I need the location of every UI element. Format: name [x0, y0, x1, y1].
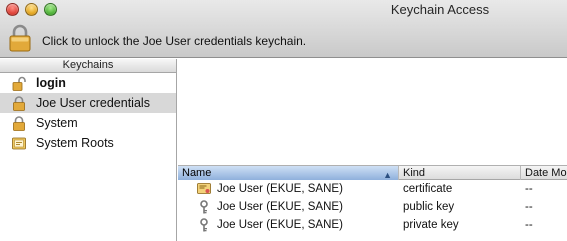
- keychain-access-window: Keychain Access Click to unlock the Joe …: [0, 0, 567, 241]
- item-kind: private key: [403, 219, 459, 231]
- certificate-cabinet-icon: [12, 137, 26, 150]
- item-name: Joe User (EKUE, SANE): [217, 183, 343, 195]
- window-controls: [6, 3, 57, 16]
- column-header-label: Name: [182, 167, 212, 179]
- sidebar-item-login[interactable]: login: [0, 73, 176, 93]
- column-header-label: Kind: [403, 167, 426, 179]
- table-row[interactable]: Joe User (EKUE, SANE) public key --: [178, 198, 567, 216]
- item-name: Joe User (EKUE, SANE): [217, 219, 343, 231]
- sidebar-item-system[interactable]: System: [0, 113, 176, 133]
- sidebar-item-label: login: [36, 76, 66, 90]
- item-name: Joe User (EKUE, SANE): [217, 201, 343, 213]
- column-header-label: Date Mo: [525, 167, 567, 179]
- sidebar-item-label: Joe User credentials: [36, 96, 150, 110]
- lock-open-icon: [12, 76, 26, 91]
- table-header: Name ▲ Kind Date Mo: [178, 165, 567, 180]
- item-kind: certificate: [403, 183, 453, 195]
- sidebar-item-label: System Roots: [36, 136, 114, 150]
- keychain-items-table: Name ▲ Kind Date Mo Joe User (EKUE, SANE…: [178, 165, 567, 241]
- item-date-modified: --: [525, 219, 533, 231]
- minimize-button[interactable]: [25, 3, 38, 16]
- unlock-instruction-text: Click to unlock the Joe User credentials…: [42, 34, 307, 48]
- unlock-keychain-button[interactable]: Click to unlock the Joe User credentials…: [8, 24, 306, 52]
- key-icon: [200, 218, 208, 232]
- close-button[interactable]: [6, 3, 19, 16]
- column-header-name[interactable]: Name ▲: [178, 166, 399, 180]
- certificate-icon: [197, 183, 211, 194]
- keychains-sidebar: Keychains login Joe User credentials Sys…: [0, 59, 177, 241]
- item-date-modified: --: [525, 183, 533, 195]
- lock-icon: [13, 116, 25, 131]
- key-icon: [200, 200, 208, 214]
- zoom-button[interactable]: [44, 3, 57, 16]
- title-bar: Keychain Access Click to unlock the Joe …: [0, 0, 567, 58]
- item-date-modified: --: [525, 201, 533, 213]
- table-row[interactable]: Joe User (EKUE, SANE) certificate --: [178, 180, 567, 198]
- sidebar-item-system-roots[interactable]: System Roots: [0, 133, 176, 153]
- item-info-area: [178, 59, 567, 165]
- item-kind: public key: [403, 201, 455, 213]
- sidebar-item-joe-user-credentials[interactable]: Joe User credentials: [0, 93, 176, 113]
- lock-icon: [13, 96, 25, 111]
- table-row[interactable]: Joe User (EKUE, SANE) private key --: [178, 216, 567, 234]
- column-header-date-modified[interactable]: Date Mo: [521, 166, 567, 180]
- column-header-kind[interactable]: Kind: [399, 166, 521, 180]
- keychains-header: Keychains: [0, 59, 176, 73]
- window-title: Keychain Access: [390, 2, 490, 17]
- lock-icon: [9, 24, 31, 52]
- sidebar-item-label: System: [36, 116, 78, 130]
